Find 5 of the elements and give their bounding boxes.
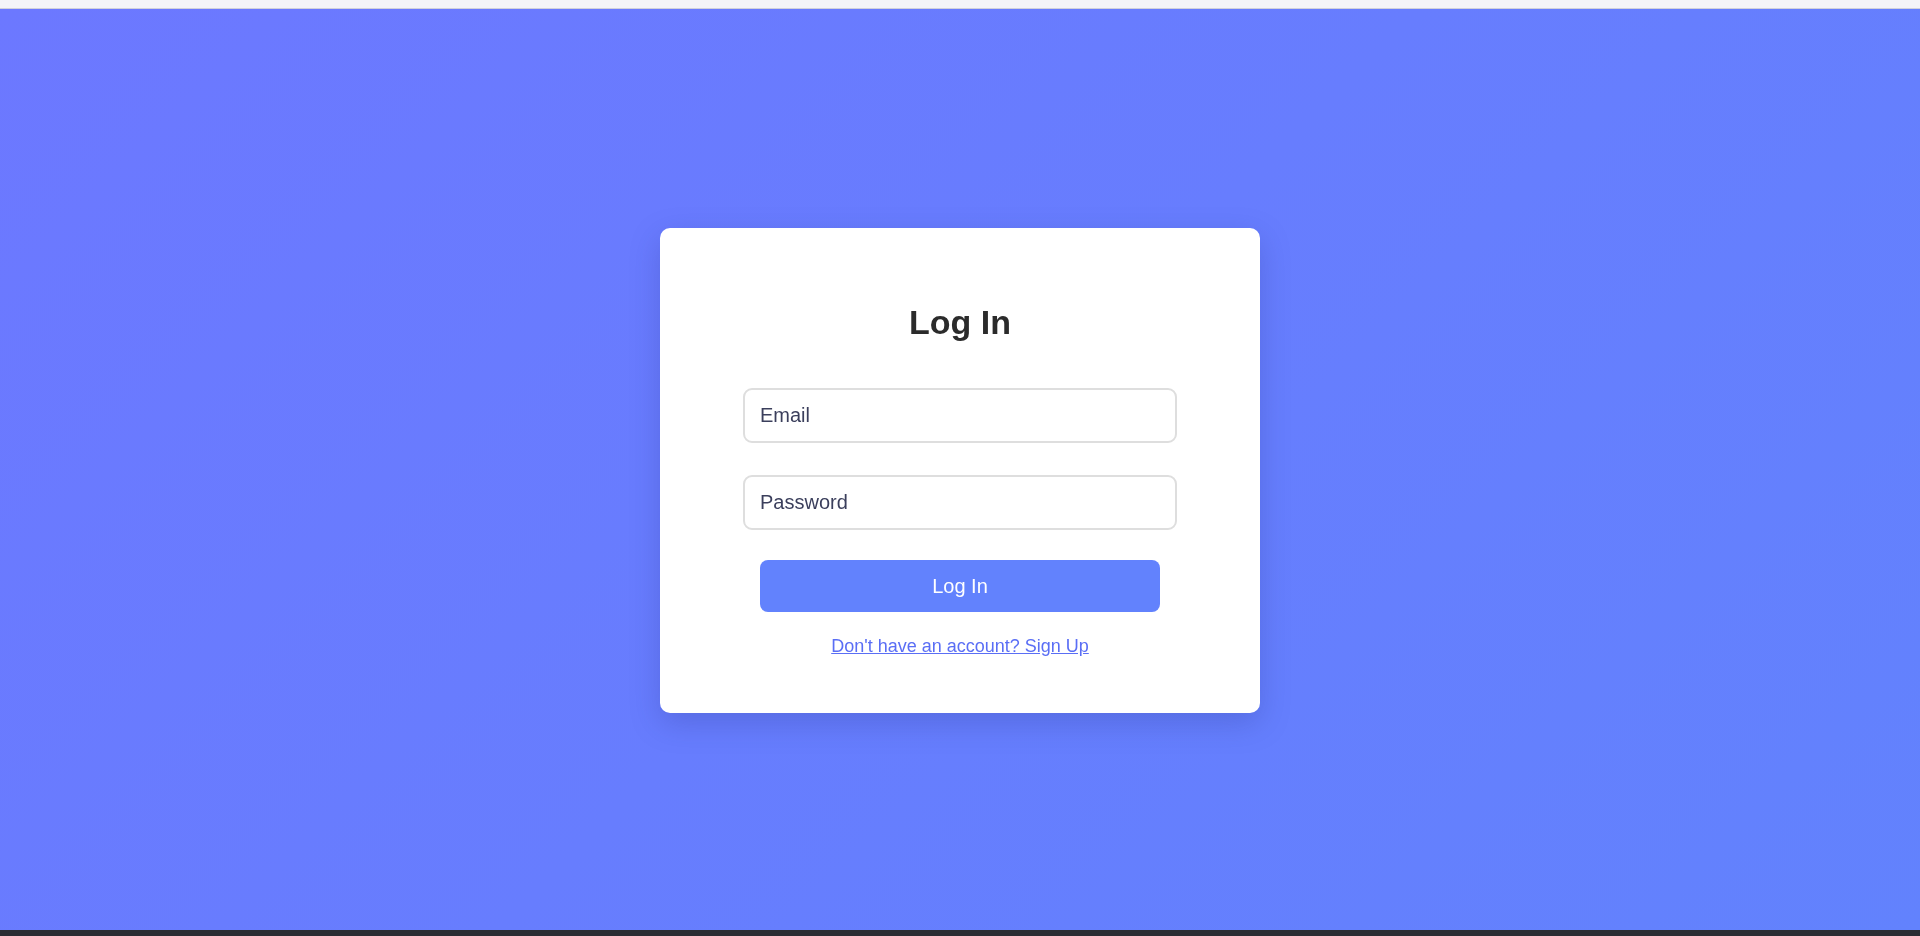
login-button[interactable]: Log In: [760, 560, 1160, 612]
email-field[interactable]: Email: [743, 388, 1177, 443]
login-title: Log In: [909, 302, 1011, 342]
password-field[interactable]: Password: [743, 475, 1177, 530]
signup-link[interactable]: Don't have an account? Sign Up: [831, 636, 1089, 657]
